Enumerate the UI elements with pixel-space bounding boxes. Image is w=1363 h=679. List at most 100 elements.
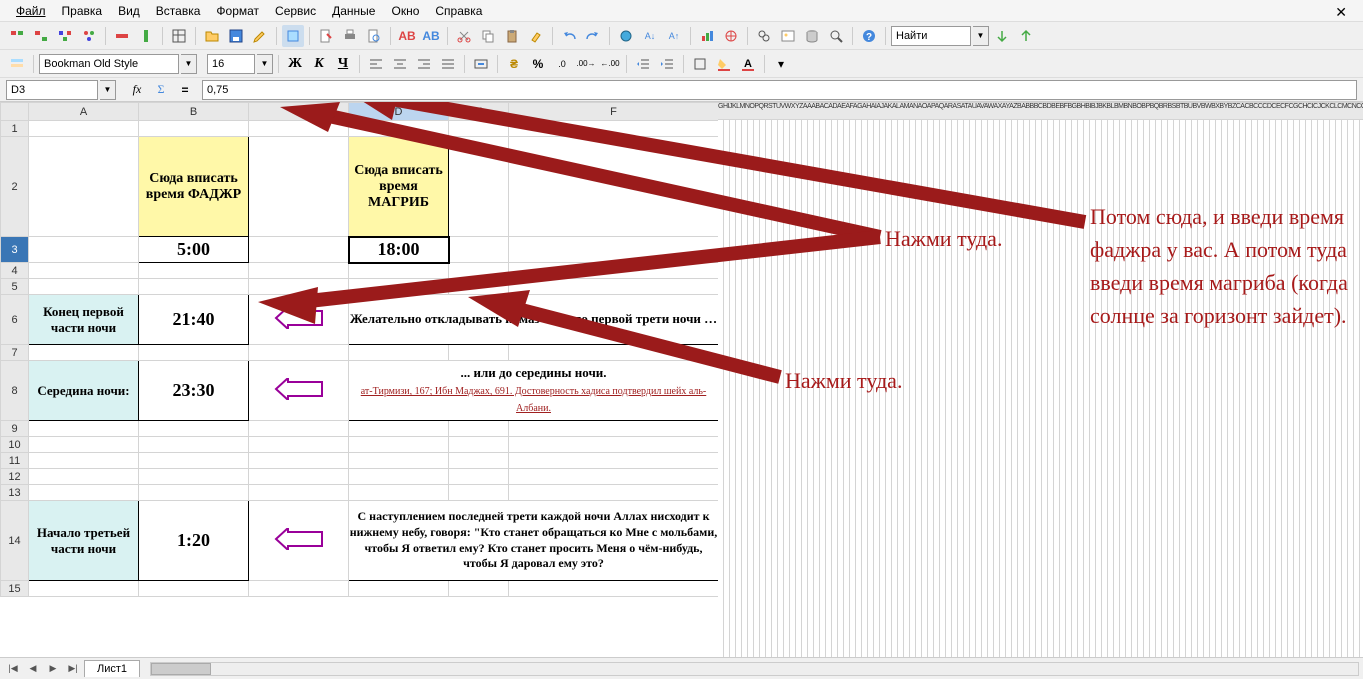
cell-d3-maghrib-time[interactable]: 18:00 [349,237,449,263]
tb-open-icon[interactable] [201,25,223,47]
align-right-icon[interactable] [413,53,435,75]
tb-gallery-icon[interactable] [777,25,799,47]
tab-prev-icon[interactable]: ◀ [24,661,42,677]
sheet-tab[interactable]: Лист1 [84,660,140,677]
font-name-input[interactable] [39,54,179,74]
tb-export-icon[interactable] [315,25,337,47]
font-size-input[interactable] [207,54,255,74]
tb-icon-5[interactable] [111,25,133,47]
tb-spell2-icon[interactable]: AB [420,25,442,47]
formula-input[interactable] [202,80,1357,100]
bgcolor-icon[interactable] [713,53,735,75]
col-header-a[interactable]: A [29,103,139,121]
col-header-f[interactable]: F [509,103,719,121]
fontcolor-icon[interactable]: A [737,53,759,75]
select-all-corner[interactable] [1,103,29,121]
tb-icon-2[interactable] [30,25,52,47]
underline-button[interactable]: Ч [332,53,354,75]
menu-window[interactable]: Окно [383,2,427,20]
cell-a8[interactable]: Середина ночи: [29,361,139,421]
find-input[interactable] [891,26,971,46]
tb-spell-icon[interactable]: AB [396,25,418,47]
menu-help[interactable]: Справка [427,2,490,20]
tb-datasource-icon[interactable] [801,25,823,47]
cell-b2-fajr-label[interactable]: Сюда вписать время ФАДЖР [139,137,249,237]
tb-toggle-icon[interactable] [282,25,304,47]
equals-icon[interactable]: = [174,79,196,101]
tb-icon-6[interactable] [135,25,157,47]
cell-b6[interactable]: 21:40 [139,295,249,345]
menu-service[interactable]: Сервис [267,2,324,20]
tb-cut-icon[interactable] [453,25,475,47]
horizontal-scrollbar[interactable] [150,662,1359,676]
cell-f6[interactable]: Желательно откладывать намаз 'иша до пер… [349,295,719,345]
row-header[interactable]: 3 [1,237,29,263]
row-header[interactable]: 6 [1,295,29,345]
cell-reference-input[interactable] [6,80,98,100]
row-header[interactable]: 12 [1,469,29,485]
row-header[interactable]: 11 [1,453,29,469]
tb-icon-4[interactable] [78,25,100,47]
cell-d2-maghrib-label[interactable]: Сюда вписать время МАГРИБ [349,137,449,237]
row-header[interactable]: 14 [1,501,29,581]
dec-indent-icon[interactable] [632,53,654,75]
currency-icon[interactable]: ₴ [503,53,525,75]
tb-zoom-icon[interactable] [825,25,847,47]
find-dropdown[interactable]: ▼ [973,26,989,46]
dec-decimal-icon[interactable]: ←.00 [599,53,621,75]
font-size-dropdown[interactable]: ▼ [257,54,273,74]
tab-last-icon[interactable]: ▶| [64,661,82,677]
cell-f8[interactable]: ... или до середины ночи.ат-Тирмизи, 167… [349,361,719,421]
inc-decimal-icon[interactable]: .00→ [575,53,597,75]
row-header[interactable]: 8 [1,361,29,421]
menu-edit[interactable]: Правка [54,2,111,20]
tb-icon-3[interactable] [54,25,76,47]
row-header[interactable]: 5 [1,279,29,295]
row-header[interactable]: 13 [1,485,29,501]
tb-nav-icon[interactable] [720,25,742,47]
row-header[interactable]: 1 [1,121,29,137]
align-justify-icon[interactable] [437,53,459,75]
cell-a6[interactable]: Конец первой части ночи [29,295,139,345]
cell-c8-arrow[interactable] [249,361,349,421]
tb-save-icon[interactable] [225,25,247,47]
tb-undo-icon[interactable] [558,25,580,47]
col-header-e[interactable]: E [449,103,509,121]
col-header-d[interactable]: D [349,103,449,121]
col-header-c[interactable]: C [249,103,349,121]
tb-preview-icon[interactable] [363,25,385,47]
tb-table-icon[interactable] [168,25,190,47]
compressed-cols-area[interactable] [718,120,1363,657]
font-name-dropdown[interactable]: ▼ [181,54,197,74]
tb-redo-icon[interactable] [582,25,604,47]
close-icon[interactable]: ✕ [1327,2,1355,23]
row-header[interactable]: 10 [1,437,29,453]
compressed-col-headers[interactable]: GHIJKLMNOPQRSTUVWXYZAAABACADAEAFAGAHAIAJ… [718,102,1363,120]
row-header[interactable]: 15 [1,581,29,597]
sum-icon[interactable]: Σ [150,79,172,101]
number-icon[interactable]: .0 [551,53,573,75]
menu-format[interactable]: Формат [208,2,267,20]
cell-f14[interactable]: С наступлением последней трети каждой но… [349,501,719,581]
tab-next-icon[interactable]: ▶ [44,661,62,677]
cell-c14-arrow[interactable] [249,501,349,581]
row-header[interactable]: 7 [1,345,29,361]
spreadsheet-grid[interactable]: A B C D E F 1 2 Сюда вписать время ФАДЖР… [0,102,719,597]
tb-copy-icon[interactable] [477,25,499,47]
cell-b14[interactable]: 1:20 [139,501,249,581]
find-next-icon[interactable] [991,25,1013,47]
borders-icon[interactable] [689,53,711,75]
tb-help-icon[interactable]: ? [858,25,880,47]
cell-c6-arrow[interactable] [249,295,349,345]
cell-a14[interactable]: Начало третьей части ночи [29,501,139,581]
row-header[interactable]: 2 [1,137,29,237]
tb-brush-icon[interactable] [525,25,547,47]
tb-sort-asc-icon[interactable]: A↓ [639,25,661,47]
italic-button[interactable]: К [308,53,330,75]
menu-data[interactable]: Данные [324,2,383,20]
row-header[interactable]: 9 [1,421,29,437]
menu-insert[interactable]: Вставка [148,2,209,20]
tb-sort-desc-icon[interactable]: A↑ [663,25,685,47]
menu-view[interactable]: Вид [110,2,148,20]
col-header-b[interactable]: B [139,103,249,121]
